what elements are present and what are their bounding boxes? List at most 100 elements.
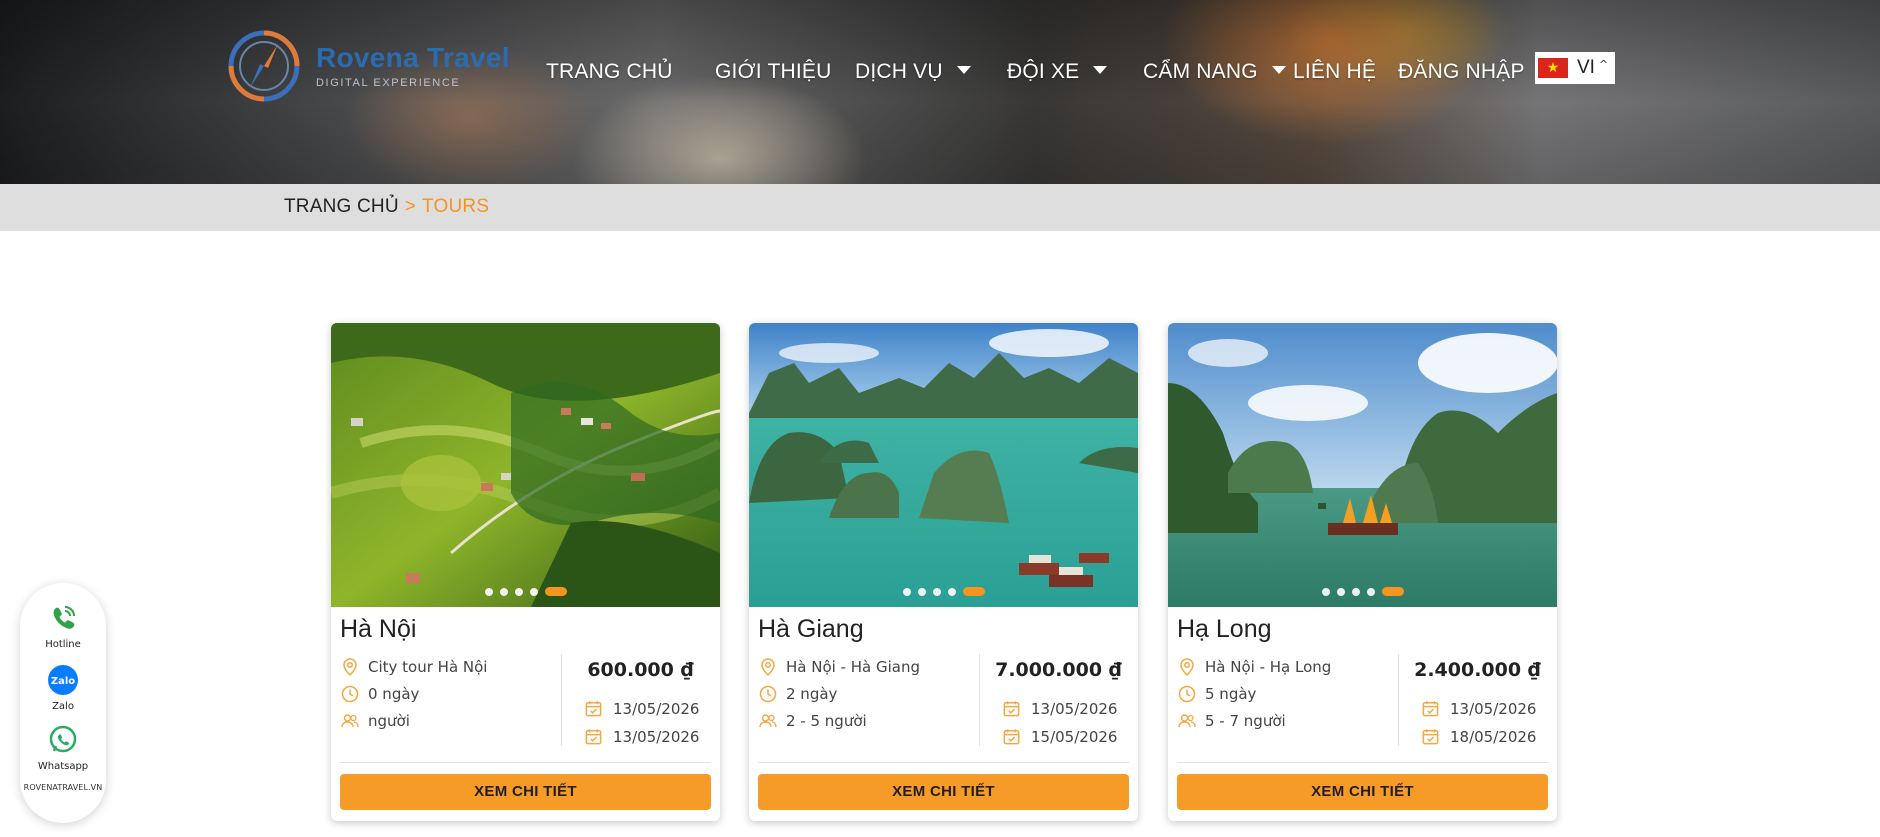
tour-card-ha-giang[interactable]: Hà Giang Hà Nội - Hà Giang 2 ngày 2 - 5 … xyxy=(749,323,1138,821)
tour-image[interactable] xyxy=(749,323,1138,607)
carousel-dot[interactable] xyxy=(499,587,508,596)
tour-start-date-text: 13/05/2026 xyxy=(613,699,700,718)
nav-item-handbook[interactable]: CẨM NANG xyxy=(1143,54,1286,90)
tour-route-text: Hà Nội - Hạ Long xyxy=(1205,658,1332,676)
language-selector[interactable]: ★ VI ^ xyxy=(1535,52,1615,84)
clock-icon xyxy=(341,685,359,703)
carousel-dot[interactable] xyxy=(1351,587,1360,596)
clock-icon xyxy=(759,685,777,703)
tour-image[interactable] xyxy=(331,323,720,607)
carousel-dot[interactable] xyxy=(529,587,538,596)
whatsapp-icon xyxy=(49,725,77,753)
breadcrumb-separator: > xyxy=(404,196,417,217)
zalo-icon: Zalo xyxy=(48,665,78,695)
tour-price: 7.000.000 ₫ xyxy=(995,659,1122,681)
tour-start-date: 13/05/2026 xyxy=(1421,699,1536,718)
website-label: ROVENATRAVEL.VN xyxy=(23,783,103,792)
tour-people-text: 5 - 7 người xyxy=(1205,712,1286,730)
location-pin-icon xyxy=(343,658,357,677)
clock-icon xyxy=(1178,685,1196,703)
whatsapp-label: Whatsapp xyxy=(37,761,89,772)
view-details-button[interactable]: XEM CHI TIẾT xyxy=(340,774,711,810)
carousel-dot[interactable] xyxy=(1366,587,1375,596)
tour-route: Hà Nội - Hà Giang xyxy=(758,657,920,677)
tour-end-date: 18/05/2026 xyxy=(1421,727,1536,746)
tour-duration: 0 ngày xyxy=(340,684,419,704)
tour-people: 5 - 7 người xyxy=(1177,711,1286,731)
nav-item-fleet[interactable]: ĐỘI XE xyxy=(1007,54,1108,90)
zalo-button[interactable]: Zalo Zalo xyxy=(20,665,106,712)
nav-item-about[interactable]: GIỚI THIỆU xyxy=(715,54,831,90)
carousel-dot[interactable] xyxy=(484,587,493,596)
breadcrumb-bar: TRANG CHỦ > TOURS xyxy=(0,184,1880,231)
whatsapp-button[interactable]: Whatsapp xyxy=(20,725,106,772)
carousel-dot[interactable] xyxy=(947,587,956,596)
zalo-label: Zalo xyxy=(52,701,74,712)
tour-price: 2.400.000 ₫ xyxy=(1414,659,1541,681)
tour-duration-text: 0 ngày xyxy=(368,685,420,703)
breadcrumb-home-link[interactable]: TRANG CHỦ xyxy=(284,196,399,217)
tour-start-date-text: 13/05/2026 xyxy=(1450,699,1537,718)
tour-title[interactable]: Hà Nội xyxy=(340,615,416,644)
nav-item-contact[interactable]: LIÊN HỆ xyxy=(1293,54,1376,90)
calendar-check-icon xyxy=(1003,701,1020,717)
location-pin-icon xyxy=(1180,658,1194,677)
tour-route-text: City tour Hà Nội xyxy=(368,658,488,676)
carousel-dot[interactable] xyxy=(514,587,523,596)
breadcrumb: TRANG CHỦ > TOURS xyxy=(284,196,489,218)
people-icon xyxy=(341,714,359,728)
tour-title[interactable]: Hạ Long xyxy=(1177,615,1272,644)
location-pin-icon xyxy=(761,658,775,677)
tour-duration: 2 ngày xyxy=(758,684,837,704)
carousel-dot-active[interactable] xyxy=(1381,587,1404,596)
carousel-dots xyxy=(1168,587,1557,596)
calendar-check-icon xyxy=(1422,701,1439,717)
carousel-dots xyxy=(331,587,720,596)
nav-item-login[interactable]: ĐĂNG NHẬP xyxy=(1398,54,1525,90)
carousel-dot-active[interactable] xyxy=(544,587,567,596)
calendar-check-icon xyxy=(585,729,602,745)
calendar-check-icon xyxy=(1003,729,1020,745)
tour-end-date: 15/05/2026 xyxy=(1002,727,1117,746)
tour-route: Hà Nội - Hạ Long xyxy=(1177,657,1331,677)
tour-card-ha-noi[interactable]: Hà Nội City tour Hà Nội 0 ngày người 600… xyxy=(331,323,720,821)
hero-banner: Rovena Travel DIGITAL EXPERIENCE TRANG C… xyxy=(0,0,1880,184)
nav-label: DỊCH VỤ xyxy=(855,60,943,83)
tour-end-date: 13/05/2026 xyxy=(584,727,699,746)
divider xyxy=(1177,762,1548,763)
divider xyxy=(340,762,711,763)
nav-item-services[interactable]: DỊCH VỤ xyxy=(855,54,971,90)
nav-item-home[interactable]: TRANG CHỦ xyxy=(546,54,673,90)
carousel-dot[interactable] xyxy=(917,587,926,596)
tour-title[interactable]: Hà Giang xyxy=(758,615,864,644)
tour-people-text: 2 - 5 người xyxy=(786,712,867,730)
tour-end-date-text: 13/05/2026 xyxy=(613,727,700,746)
contact-widget: Hotline Zalo Zalo Whatsapp ROVENATRAVEL.… xyxy=(20,583,106,823)
bay-islands-photo xyxy=(749,323,1138,607)
view-details-button[interactable]: XEM CHI TIẾT xyxy=(758,774,1129,810)
tour-duration-text: 2 ngày xyxy=(786,685,838,703)
nav-label: ĐĂNG NHẬP xyxy=(1398,60,1525,83)
tour-start-date: 13/05/2026 xyxy=(584,699,699,718)
rice-terrace-photo xyxy=(331,323,720,607)
nav-label: LIÊN HỆ xyxy=(1293,60,1377,83)
tour-route: City tour Hà Nội xyxy=(340,657,487,677)
tour-card-ha-long[interactable]: Hạ Long Hà Nội - Hạ Long 5 ngày 5 - 7 ng… xyxy=(1168,323,1557,821)
carousel-dot[interactable] xyxy=(932,587,941,596)
carousel-dot[interactable] xyxy=(1321,587,1330,596)
nav-label: ĐỘI XE xyxy=(1007,60,1080,83)
carousel-dot[interactable] xyxy=(1336,587,1345,596)
hotline-button[interactable]: Hotline xyxy=(20,603,106,650)
tour-image[interactable] xyxy=(1168,323,1557,607)
people-icon xyxy=(759,714,777,728)
carousel-dots xyxy=(749,587,1138,596)
nav-label: TRANG CHỦ xyxy=(546,60,673,83)
view-details-button[interactable]: XEM CHI TIẾT xyxy=(1177,774,1548,810)
carousel-dot-active[interactable] xyxy=(962,587,985,596)
calendar-check-icon xyxy=(585,701,602,717)
calendar-check-icon xyxy=(1422,729,1439,745)
people-icon xyxy=(1178,714,1196,728)
carousel-dot[interactable] xyxy=(902,587,911,596)
tour-end-date-text: 18/05/2026 xyxy=(1450,727,1537,746)
tour-people-text: người xyxy=(368,712,410,730)
